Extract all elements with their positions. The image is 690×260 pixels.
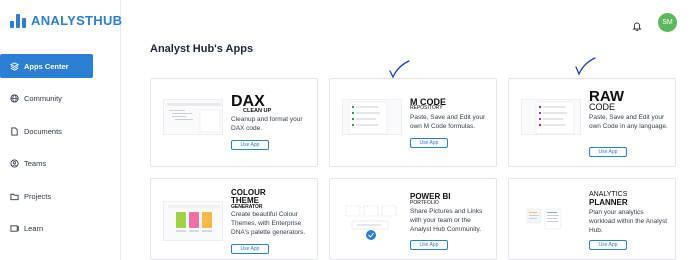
sidebar-item-label: Documents bbox=[24, 126, 62, 136]
sidebar: ANALYSTHUB Apps Center Community Documen… bbox=[0, 0, 122, 260]
app-description: Paste, Save and Edit your own Code in an… bbox=[589, 114, 668, 130]
app-brand-subtitle: PLANNER bbox=[589, 198, 628, 207]
user-avatar[interactable]: SM bbox=[658, 13, 677, 32]
app-brand-subtitle: CODE bbox=[589, 102, 616, 112]
app-description: Cleanup and format your DAX code. bbox=[231, 116, 303, 132]
sidebar-item-apps-center[interactable]: Apps Center bbox=[0, 54, 93, 78]
app-brand-subtitle: CLEAN UP bbox=[243, 108, 272, 114]
sidebar-nav: Apps Center Community Documents Teams Pr… bbox=[0, 54, 121, 249]
sidebar-item-learn[interactable]: Learn bbox=[0, 217, 121, 241]
app-description: Create beautiful Colour Themes, with Ent… bbox=[231, 211, 306, 236]
app-thumbnail bbox=[521, 99, 581, 135]
app-brand-subtitle: GENERATOR bbox=[231, 204, 263, 210]
app-thumbnail bbox=[342, 99, 402, 135]
team-icon bbox=[10, 159, 19, 168]
app-description: Plan your analytics workload within the … bbox=[589, 209, 668, 234]
app-description: Paste, Save and Edit your own M Code for… bbox=[410, 114, 486, 130]
use-app-button[interactable]: Use App bbox=[231, 244, 269, 254]
topbar-actions: SM bbox=[632, 13, 677, 32]
app-card-analytics-planner[interactable]: ANALYTICS PLANNER Plan your analytics wo… bbox=[508, 178, 676, 260]
checkmark-annotation-icon bbox=[575, 57, 596, 76]
app-thumbnail bbox=[521, 203, 581, 243]
globe-icon bbox=[10, 94, 19, 103]
use-app-button[interactable]: Use App bbox=[589, 240, 627, 250]
sidebar-item-label: Projects bbox=[24, 191, 52, 201]
sidebar-item-label: Learn bbox=[24, 224, 44, 233]
app-brand-title: ANALYTICS bbox=[589, 191, 628, 198]
sidebar-item-label: Community bbox=[24, 94, 62, 103]
document-icon bbox=[10, 126, 19, 136]
app-brand-subtitle: PORTFOLIO bbox=[410, 200, 439, 206]
app-root: ANALYSTHUB Apps Center Community Documen… bbox=[0, 0, 690, 260]
sidebar-item-projects[interactable]: Projects bbox=[0, 184, 121, 208]
app-card-colour-theme-generator[interactable]: COLOUR THEME GENERATOR Create beautiful … bbox=[150, 178, 318, 260]
learn-icon bbox=[10, 224, 19, 233]
brand-logo[interactable]: ANALYSTHUB bbox=[10, 13, 122, 28]
layers-icon bbox=[10, 61, 19, 71]
app-thumbnail bbox=[163, 99, 223, 135]
analysthub-logo-icon bbox=[10, 13, 26, 28]
bell-icon[interactable] bbox=[632, 18, 642, 31]
sidebar-item-documents[interactable]: Documents bbox=[0, 119, 121, 143]
app-description: Share Pictures and Links with your team … bbox=[410, 208, 483, 233]
sidebar-item-community[interactable]: Community bbox=[0, 87, 121, 111]
app-card-power-bi-portfolio[interactable]: POWER BI PORTFOLIO Share Pictures and Li… bbox=[329, 178, 497, 260]
sidebar-item-teams[interactable]: Teams bbox=[0, 152, 121, 176]
checkmark-annotation-icon bbox=[389, 60, 410, 79]
app-thumbnail bbox=[163, 201, 223, 241]
page-title: Analyst Hub's Apps bbox=[150, 43, 254, 55]
app-card-dax-clean-up[interactable]: DAX CLEAN UP Cleanup and format your DAX… bbox=[150, 78, 318, 167]
use-app-button[interactable]: Use App bbox=[589, 147, 627, 157]
app-brand-subtitle: REPOSITORY bbox=[410, 105, 443, 111]
folder-icon bbox=[10, 192, 19, 201]
app-card-m-code-repository[interactable]: M CODE REPOSITORY Paste, Save and Edit y… bbox=[329, 78, 497, 167]
app-card-raw-code[interactable]: RAW CODE Paste, Save and Edit your own C… bbox=[508, 78, 676, 167]
brand-name: ANALYSTHUB bbox=[31, 13, 123, 28]
use-app-button[interactable]: Use App bbox=[410, 240, 448, 250]
use-app-button[interactable]: Use App bbox=[231, 140, 269, 150]
sidebar-item-label: Apps Center bbox=[24, 61, 69, 71]
sidebar-item-label: Teams bbox=[24, 159, 47, 168]
app-thumbnail bbox=[342, 203, 402, 243]
use-app-button[interactable]: Use App bbox=[410, 138, 448, 148]
